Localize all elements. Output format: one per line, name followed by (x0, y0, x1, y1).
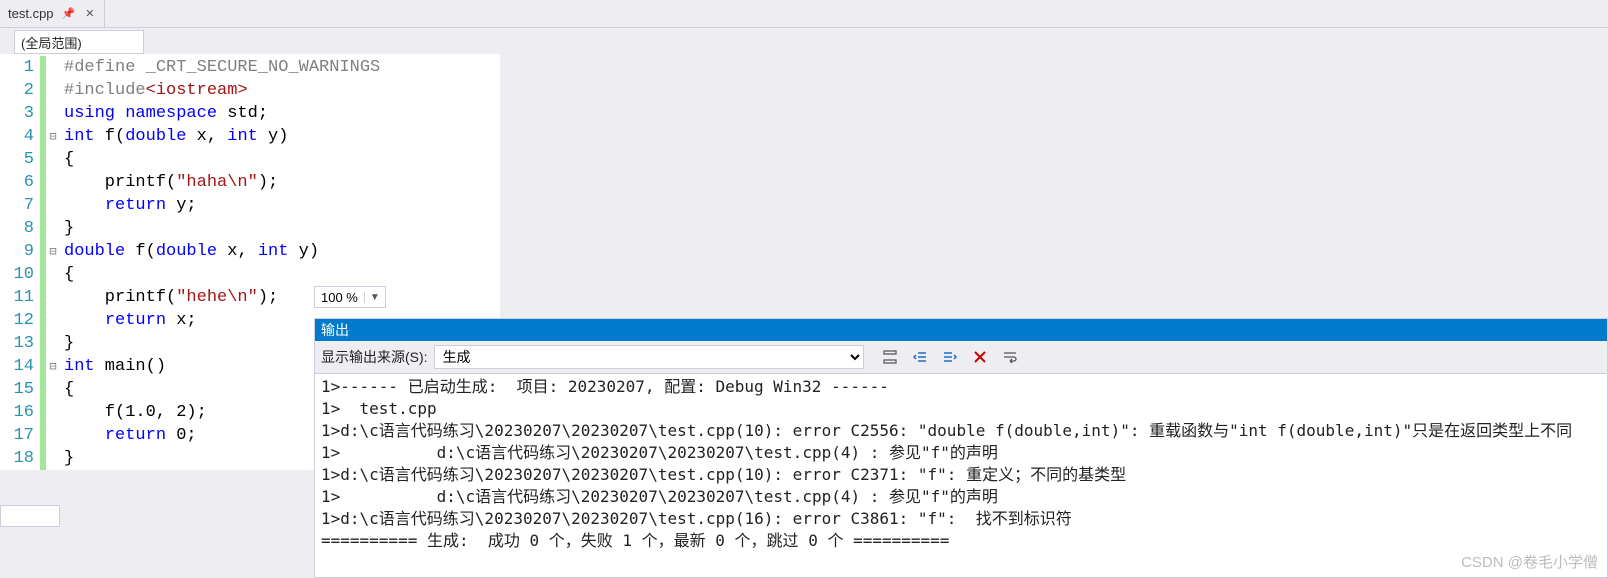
line-number: 2 (0, 79, 34, 102)
output-line: 1>d:\c语言代码练习\20230207\20230207\test.cpp(… (321, 464, 1601, 486)
output-source-select[interactable]: 生成 (434, 345, 864, 369)
output-line: 1>d:\c语言代码练习\20230207\20230207\test.cpp(… (321, 420, 1601, 442)
output-toolbar: 显示输出来源(S): 生成 (315, 341, 1607, 374)
fold-spacer (46, 378, 60, 401)
code-line[interactable]: { (64, 148, 380, 171)
output-line: 1> test.cpp (321, 398, 1601, 420)
fold-spacer (46, 217, 60, 240)
tab-filename: test.cpp (8, 6, 54, 21)
line-number: 13 (0, 332, 34, 355)
line-number: 16 (0, 401, 34, 424)
indent-left-icon[interactable] (910, 347, 930, 367)
fold-spacer (46, 148, 60, 171)
fold-spacer (46, 194, 60, 217)
line-number: 15 (0, 378, 34, 401)
watermark: CSDN @卷毛小学僧 (1461, 551, 1598, 572)
fold-toggle-icon[interactable]: ⊟ (46, 355, 60, 378)
fold-spacer (46, 309, 60, 332)
line-number: 9 (0, 240, 34, 263)
output-panel: 输出 显示输出来源(S): 生成 1>------ 已启动生成: 项目: 202… (314, 318, 1608, 578)
code-line[interactable]: #include<iostream> (64, 79, 380, 102)
line-number: 18 (0, 447, 34, 470)
code-line[interactable]: using namespace std; (64, 102, 380, 125)
zoom-selector[interactable]: 100 % ▼ (314, 286, 386, 308)
find-icon[interactable] (880, 347, 900, 367)
output-title-text: 输出 (321, 320, 349, 340)
fold-spacer (46, 263, 60, 286)
output-title-bar[interactable]: 输出 (315, 319, 1607, 341)
output-line: 1> d:\c语言代码练习\20230207\20230207\test.cpp… (321, 442, 1601, 464)
zoom-bottom (0, 505, 60, 527)
output-source-label: 显示输出来源(S): (321, 347, 428, 367)
output-line: 1>------ 已启动生成: 项目: 20230207, 配置: Debug … (321, 376, 1601, 398)
close-icon[interactable]: ✕ (83, 7, 96, 20)
code-line[interactable]: { (64, 263, 380, 286)
code-line[interactable]: printf("haha\n"); (64, 171, 380, 194)
code-line[interactable]: } (64, 217, 380, 240)
output-line: 1>d:\c语言代码练习\20230207\20230207\test.cpp(… (321, 508, 1601, 530)
fold-spacer (46, 56, 60, 79)
scope-label: (全局范围) (21, 33, 82, 52)
line-number: 11 (0, 286, 34, 309)
fold-spacer (46, 332, 60, 355)
fold-spacer (46, 171, 60, 194)
zoom-value: 100 % (315, 290, 364, 305)
line-number: 5 (0, 148, 34, 171)
clear-icon[interactable] (970, 347, 990, 367)
code-line[interactable]: double f(double x, int y) (64, 240, 380, 263)
scope-dropdown[interactable]: (全局范围) (14, 30, 144, 54)
chevron-down-icon[interactable]: ▼ (364, 292, 385, 303)
line-number: 7 (0, 194, 34, 217)
line-number: 6 (0, 171, 34, 194)
line-number: 4 (0, 125, 34, 148)
line-number: 10 (0, 263, 34, 286)
line-number: 8 (0, 217, 34, 240)
fold-spacer (46, 286, 60, 309)
indent-right-icon[interactable] (940, 347, 960, 367)
fold-spacer (46, 424, 60, 447)
fold-spacer (46, 79, 60, 102)
fold-column: ⊟ ⊟ ⊟ (46, 54, 60, 470)
toolbar-icons (880, 347, 1020, 367)
output-content[interactable]: 1>------ 已启动生成: 项目: 20230207, 配置: Debug … (315, 374, 1607, 554)
line-number: 1 (0, 56, 34, 79)
code-line[interactable]: int f(double x, int y) (64, 125, 380, 148)
code-line[interactable]: #define _CRT_SECURE_NO_WARNINGS (64, 56, 380, 79)
line-number-gutter: 123456789101112131415161718 (0, 54, 40, 470)
fold-spacer (46, 102, 60, 125)
line-number: 3 (0, 102, 34, 125)
line-number: 14 (0, 355, 34, 378)
file-tab[interactable]: test.cpp 📌 ✕ (0, 0, 105, 27)
fold-toggle-icon[interactable]: ⊟ (46, 240, 60, 263)
pin-icon[interactable]: 📌 (60, 7, 78, 20)
fold-toggle-icon[interactable]: ⊟ (46, 125, 60, 148)
fold-spacer (46, 401, 60, 424)
tab-bar: test.cpp 📌 ✕ (0, 0, 1608, 28)
word-wrap-icon[interactable] (1000, 347, 1020, 367)
output-line: 1> d:\c语言代码练习\20230207\20230207\test.cpp… (321, 486, 1601, 508)
line-number: 12 (0, 309, 34, 332)
output-line: ========== 生成: 成功 0 个，失败 1 个，最新 0 个，跳过 0… (321, 530, 1601, 552)
fold-spacer (46, 447, 60, 470)
line-number: 17 (0, 424, 34, 447)
code-line[interactable]: return y; (64, 194, 380, 217)
